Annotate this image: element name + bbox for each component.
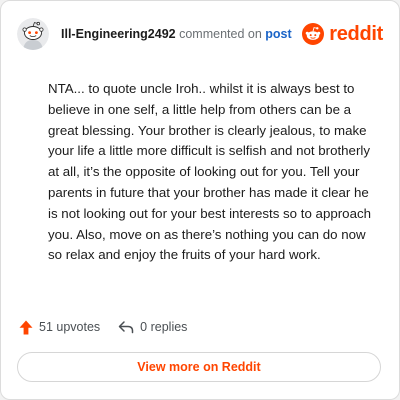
post-link[interactable]: post [265, 27, 291, 41]
replies-stat[interactable]: 0 replies [118, 320, 187, 334]
user-avatar[interactable] [17, 18, 49, 50]
comment-header: Ill-Engineering2492 commented on post re… [17, 17, 383, 51]
upvotes-count: 51 upvotes [39, 320, 101, 334]
reddit-wordmark: reddit [329, 22, 383, 45]
comment-body: NTA... to quote uncle Iroh.. whilst it i… [48, 81, 372, 263]
replies-count: 0 replies [140, 320, 188, 334]
view-more-on-reddit-button[interactable]: View more on Reddit [17, 352, 381, 382]
upvotes-stat[interactable]: 51 upvotes [19, 320, 100, 335]
username-link[interactable]: Ill-Engineering2492 [61, 27, 176, 41]
reddit-snoo-logo-icon [302, 23, 325, 45]
action-text: commented on [179, 27, 262, 41]
comment-stats: 51 upvotes 0 replies [19, 317, 187, 337]
comment-meta: Ill-Engineering2492 commented on post [61, 27, 292, 41]
upvote-arrow-icon [19, 320, 33, 334]
reply-arrow-icon [118, 321, 134, 334]
comment-embed-card: Ill-Engineering2492 commented on post re… [0, 0, 400, 400]
reddit-logo[interactable]: reddit [302, 17, 383, 51]
snoo-avatar-icon [17, 18, 49, 50]
